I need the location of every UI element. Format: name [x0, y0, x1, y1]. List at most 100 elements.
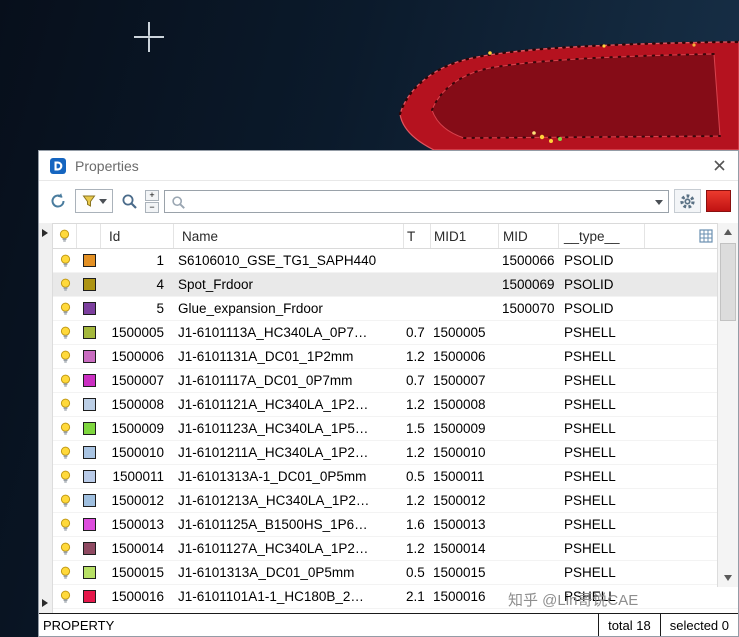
- visibility-cell[interactable]: [53, 321, 77, 344]
- visibility-cell[interactable]: [53, 537, 77, 560]
- color-swatch[interactable]: [82, 326, 96, 339]
- red-swatch-button[interactable]: [706, 190, 731, 212]
- header-mid1[interactable]: MID1: [431, 224, 499, 248]
- color-swatch[interactable]: [82, 278, 96, 291]
- color-swatch[interactable]: [82, 518, 96, 531]
- zoom-tool-button[interactable]: [118, 189, 140, 213]
- filter-dropdown[interactable]: [75, 189, 113, 213]
- table-row[interactable]: 1500008 J1-6101121A_HC340LA_1P2… 1.2 150…: [53, 393, 738, 417]
- crosshair-horizontal: [134, 36, 164, 38]
- strip-arrow-top-icon[interactable]: [42, 229, 48, 237]
- cell-id: 1500008: [111, 397, 164, 412]
- cell-type: PSOLID: [564, 253, 614, 268]
- color-swatch[interactable]: [82, 542, 96, 555]
- zoom-out-button[interactable]: −: [145, 201, 159, 213]
- scroll-down-button[interactable]: [718, 569, 738, 587]
- zoom-in-button[interactable]: +: [145, 189, 159, 201]
- cell-t: 1.5: [406, 421, 425, 436]
- window-titlebar[interactable]: Properties: [39, 151, 738, 181]
- color-swatch[interactable]: [82, 350, 96, 363]
- cell-type: PSHELL: [564, 421, 616, 436]
- search-combo: [164, 189, 669, 213]
- color-swatch[interactable]: [82, 254, 96, 267]
- vertical-scrollbar[interactable]: [717, 223, 738, 587]
- bulb-icon: [60, 470, 70, 483]
- visibility-cell[interactable]: [53, 441, 77, 464]
- cell-mid1: 1500013: [433, 517, 486, 532]
- color-swatch[interactable]: [82, 494, 96, 507]
- cell-id: 1500013: [111, 517, 164, 532]
- table-row[interactable]: 4 Spot_Frdoor 1500069 PSOLID: [53, 273, 738, 297]
- header-color[interactable]: [77, 224, 101, 248]
- header-name[interactable]: Name: [174, 224, 404, 248]
- table-row[interactable]: 1500006 J1-6101131A_DC01_1P2mm 1.2 15000…: [53, 345, 738, 369]
- visibility-cell[interactable]: [53, 273, 77, 296]
- row-filler: [645, 585, 738, 608]
- car-door-model[interactable]: [394, 36, 739, 150]
- cell-t: [404, 297, 431, 320]
- table-row[interactable]: 1500007 J1-6101117A_DC01_0P7mm 0.7 15000…: [53, 369, 738, 393]
- refresh-button[interactable]: [46, 189, 70, 213]
- visibility-cell[interactable]: [53, 585, 77, 608]
- table-row[interactable]: 1500010 J1-6101211A_HC340LA_1P2… 1.2 150…: [53, 441, 738, 465]
- visibility-cell[interactable]: [53, 249, 77, 272]
- status-selected: selected 0: [659, 614, 738, 636]
- search-input[interactable]: [165, 190, 668, 212]
- magnifier-icon: [122, 194, 137, 209]
- search-dropdown-caret-icon[interactable]: [655, 199, 663, 205]
- cell-mid: [499, 561, 559, 584]
- visibility-cell[interactable]: [53, 417, 77, 440]
- cell-id: 4: [156, 277, 164, 292]
- table-row[interactable]: 1500014 J1-6101127A_HC340LA_1P2… 1.2 150…: [53, 537, 738, 561]
- header-t[interactable]: T: [404, 224, 431, 248]
- cell-type: PSHELL: [564, 517, 616, 532]
- visibility-cell[interactable]: [53, 393, 77, 416]
- cell-mid1: 1500009: [433, 421, 486, 436]
- color-swatch[interactable]: [82, 446, 96, 459]
- table-row[interactable]: 5 Glue_expansion_Frdoor 1500070 PSOLID: [53, 297, 738, 321]
- visibility-cell[interactable]: [53, 369, 77, 392]
- visibility-cell[interactable]: [53, 489, 77, 512]
- cell-id: 5: [156, 301, 164, 316]
- header-id[interactable]: Id: [101, 224, 174, 248]
- visibility-cell[interactable]: [53, 465, 77, 488]
- visibility-cell[interactable]: [53, 297, 77, 320]
- cell-name: J1-6101113A_HC340LA_0P7…: [178, 325, 368, 340]
- cell-id: 1500010: [111, 445, 164, 460]
- gear-icon: [680, 193, 695, 209]
- visibility-cell[interactable]: [53, 345, 77, 368]
- color-swatch[interactable]: [82, 470, 96, 483]
- visibility-cell[interactable]: [53, 513, 77, 536]
- close-button[interactable]: [710, 157, 728, 175]
- grid-icon[interactable]: [699, 229, 713, 243]
- header-visibility[interactable]: [53, 224, 77, 248]
- cell-id: 1500014: [111, 541, 164, 556]
- color-swatch[interactable]: [82, 398, 96, 411]
- strip-arrow-bottom-icon[interactable]: [42, 599, 48, 607]
- header-type[interactable]: __type__: [559, 224, 645, 248]
- table-row[interactable]: 1500015 J1-6101313A_DC01_0P5mm 0.5 15000…: [53, 561, 738, 585]
- color-swatch[interactable]: [82, 566, 96, 579]
- header-mid[interactable]: MID: [499, 224, 559, 248]
- settings-button[interactable]: [674, 189, 701, 213]
- color-swatch[interactable]: [82, 590, 96, 603]
- scrollbar-thumb[interactable]: [720, 243, 736, 321]
- visibility-cell[interactable]: [53, 561, 77, 584]
- table-row[interactable]: 1500013 J1-6101125A_B1500HS_1P6… 1.6 150…: [53, 513, 738, 537]
- table-row[interactable]: 1500011 J1-6101313A-1_DC01_0P5mm 0.5 150…: [53, 465, 738, 489]
- cell-id: 1500015: [111, 565, 164, 580]
- table-row[interactable]: 1500009 J1-6101123A_HC340LA_1P5… 1.5 150…: [53, 417, 738, 441]
- status-bar: PROPERTY total 18 selected 0: [39, 613, 738, 636]
- table-row[interactable]: 1500005 J1-6101113A_HC340LA_0P7… 0.7 150…: [53, 321, 738, 345]
- color-swatch[interactable]: [82, 302, 96, 315]
- cell-t: 0.5: [406, 565, 425, 580]
- cell-name: J1-6101117A_DC01_0P7mm: [178, 373, 353, 388]
- bulb-icon: [60, 446, 70, 459]
- table-row[interactable]: 1 S6106010_GSE_TG1_SAPH440 1500066 PSOLI…: [53, 249, 738, 273]
- color-swatch[interactable]: [82, 422, 96, 435]
- row-header-strip[interactable]: [39, 223, 53, 613]
- scroll-up-button[interactable]: [718, 223, 738, 241]
- table-row[interactable]: 1500012 J1-6101213A_HC340LA_1P2… 1.2 150…: [53, 489, 738, 513]
- header-filler: [645, 224, 717, 248]
- color-swatch[interactable]: [82, 374, 96, 387]
